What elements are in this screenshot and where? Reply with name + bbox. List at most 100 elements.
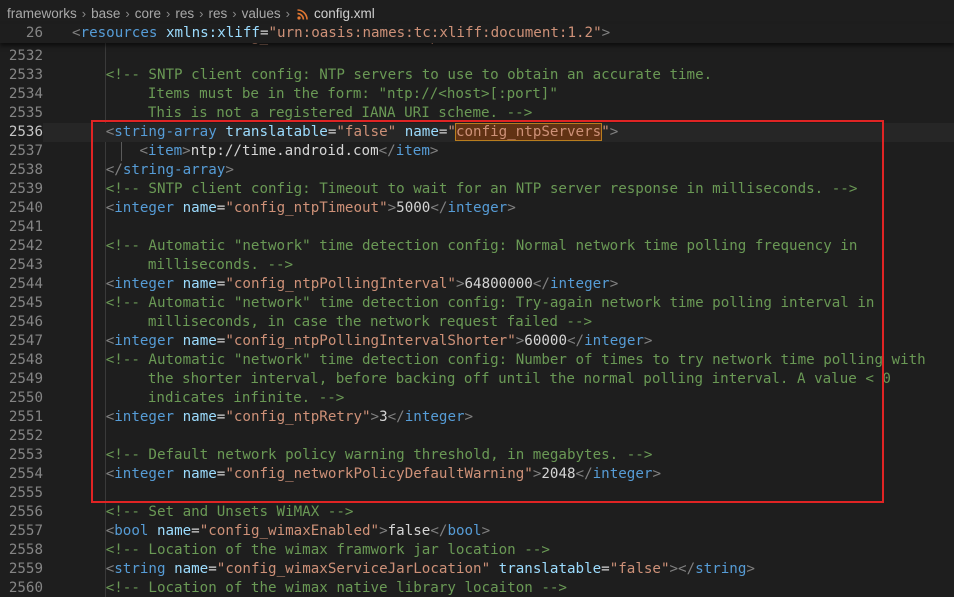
code-token-comment: milliseconds. -->	[147, 257, 294, 273]
line-number: 2541	[8, 219, 43, 235]
editor-line[interactable]: 2558 <!-- Location of the wimax framwork …	[0, 541, 954, 560]
editor-line[interactable]: 2560 <!-- Location of the wimax native li…	[0, 579, 954, 597]
line-number: 2560	[8, 580, 43, 596]
breadcrumb-item[interactable]: values	[242, 6, 281, 21]
code-text: <string-array translatable="false" name=…	[106, 123, 619, 142]
editor-line[interactable]: 2556 <!-- Set and Unsets WiMAX -->	[0, 503, 954, 522]
code-token-bracket: <	[72, 25, 81, 41]
code-token-tag: integer	[114, 333, 175, 349]
code-token-str: "config_ntpRetry"	[225, 409, 371, 425]
code-token-comment: milliseconds, in case the network reques…	[147, 314, 593, 330]
line-number: 2554	[8, 466, 43, 482]
editor-line[interactable]: 2536 <string-array translatable="false" n…	[0, 123, 954, 142]
editor-line[interactable]: 2539 <!-- SNTP client config: Timeout to …	[0, 180, 954, 199]
editor-line[interactable]: 2557 <bool name="config_wimaxEnabled">fal…	[0, 522, 954, 541]
code-token-bracket: >	[601, 25, 611, 41]
editor-line[interactable]: 2546 milliseconds, in case the network re…	[0, 313, 954, 332]
code-token-bracket: ></	[669, 561, 696, 577]
code-token-eq: =	[601, 561, 610, 577]
code-token-bracket: >	[182, 143, 191, 159]
code-token-bracket: >	[379, 523, 388, 539]
code-token-tag: integer	[114, 409, 175, 425]
code-text: milliseconds. -->	[148, 256, 293, 275]
code-text: <!-- Automatic "network" time detection …	[106, 294, 875, 313]
line-number: 2543	[8, 257, 43, 273]
editor-line[interactable]: 2541	[0, 218, 954, 237]
editor-line[interactable]: 2532	[0, 47, 954, 66]
code-token-str: "config_wimaxServiceJarLocation"	[216, 561, 491, 577]
code-token-tag: integer	[584, 333, 644, 349]
code-token-tag: integer	[404, 409, 465, 425]
breadcrumb-item[interactable]: frameworks	[7, 6, 77, 21]
code-text: <!-- SNTP client config: Timeout to wait…	[106, 180, 858, 199]
code-text: <!-- Default network policy warning thre…	[106, 446, 653, 465]
editor-line[interactable]: 2534 Items must be in the form: "ntp://<h…	[0, 85, 954, 104]
editor-line[interactable]: 2537 <item>ntp://time.android.com</item>	[0, 142, 954, 161]
editor-line[interactable]: 2544 <integer name="config_ntpPollingInte…	[0, 275, 954, 294]
editor-line[interactable]: 2550 indicates infinite. -->	[0, 389, 954, 408]
editor-line[interactable]: 2543 milliseconds. -->	[0, 256, 954, 275]
line-number: 2544	[8, 276, 43, 292]
line-number: 2552	[8, 428, 43, 444]
code-token-text: 60000	[524, 333, 568, 349]
breadcrumb-separator: ›	[199, 5, 204, 21]
code-editor[interactable]: 2531<bool name="config_actionMenuItemAll…	[0, 24, 954, 597]
editor-line[interactable]: 2555	[0, 484, 954, 503]
sticky-scroll-line[interactable]: 26 <resources xmlns:xliff="urn:oasis:name…	[0, 24, 954, 43]
breadcrumb-separator: ›	[285, 5, 290, 21]
code-token-bracket: >	[643, 333, 653, 349]
editor-line[interactable]: 2533 <!-- SNTP client config: NTP servers…	[0, 66, 954, 85]
code-line[interactable]: <resources xmlns:xliff="urn:oasis:names:…	[72, 24, 610, 43]
code-token-bracket: >	[429, 143, 439, 159]
code-token-bracket: >	[609, 124, 619, 140]
code-token-bracket: </	[430, 200, 448, 216]
line-number: 26	[25, 25, 43, 41]
code-token-bracket: >	[387, 200, 397, 216]
line-number: 2550	[8, 390, 43, 406]
editor-line[interactable]: 2551 <integer name="config_ntpRetry">3</i…	[0, 408, 954, 427]
editor-line[interactable]: 2540 <integer name="config_ntpTimeout">50…	[0, 199, 954, 218]
code-token-comment: <!-- Automatic "network" time detection …	[105, 238, 858, 254]
breadcrumb-item[interactable]: base	[91, 6, 120, 21]
code-token-tag: string-array	[122, 162, 226, 178]
line-number: 2539	[8, 181, 43, 197]
editor-line[interactable]: 2548 <!-- Automatic "network" time detect…	[0, 351, 954, 370]
code-token-eq: =	[191, 523, 200, 539]
code-text: <!-- SNTP client config: NTP servers to …	[106, 66, 712, 85]
code-token-attr: xmlns:xliff	[165, 25, 260, 41]
editor-line[interactable]: 2552	[0, 427, 954, 446]
code-text: <item>ntp://time.android.com</item>	[139, 142, 438, 161]
code-text: </string-array>	[106, 161, 234, 180]
line-number: 2547	[8, 333, 43, 349]
breadcrumb-item[interactable]: res	[208, 6, 227, 21]
code-token-comment: <!-- SNTP client config: Timeout to wait…	[105, 181, 858, 197]
code-token-tag: resources	[80, 25, 158, 41]
breadcrumb-item[interactable]: core	[135, 6, 161, 21]
line-number: 2533	[8, 67, 43, 83]
code-token-comment: Items must be in the form: "ntp://<host>…	[147, 86, 558, 102]
code-token-bracket: >	[225, 162, 234, 178]
breadcrumb-item[interactable]: res	[175, 6, 194, 21]
editor-line[interactable]: 2545 <!-- Automatic "network" time detect…	[0, 294, 954, 313]
code-token-bracket: >	[464, 409, 474, 425]
rss-icon	[297, 8, 308, 20]
code-token-comment: <!-- Set and Unsets WiMAX -->	[105, 504, 354, 520]
editor-line[interactable]: 2542 <!-- Automatic "network" time detect…	[0, 237, 954, 256]
breadcrumb-separator: ›	[166, 5, 171, 21]
code-token-bracket: </	[378, 143, 396, 159]
editor-line[interactable]: 2549 the shorter interval, before backing…	[0, 370, 954, 389]
editor-line[interactable]: 2553 <!-- Default network policy warning …	[0, 446, 954, 465]
editor-line[interactable]: 2554 <integer name="config_networkPolicyD…	[0, 465, 954, 484]
code-token-str: "	[601, 124, 610, 140]
code-token-comment: <!-- Default network policy warning thre…	[105, 447, 653, 463]
editor-line[interactable]: 2547 <integer name="config_ntpPollingInte…	[0, 332, 954, 351]
code-token-tag: string	[114, 561, 166, 577]
code-token-tag: integer	[549, 276, 610, 292]
editor-line[interactable]: 2535 This is not a registered IANA URI sc…	[0, 104, 954, 123]
breadcrumb-file[interactable]: config.xml	[314, 6, 375, 21]
editor-line[interactable]: 2538 </string-array>	[0, 161, 954, 180]
editor-line[interactable]: 2559 <string name="config_wimaxServiceJar…	[0, 560, 954, 579]
code-token-attr: name	[156, 523, 192, 539]
